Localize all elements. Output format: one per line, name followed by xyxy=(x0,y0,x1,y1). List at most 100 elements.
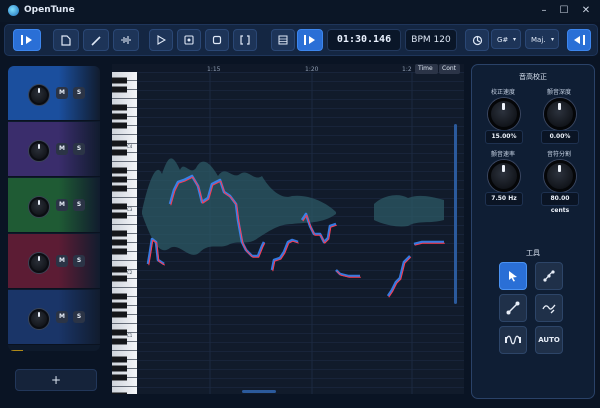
maximize-button[interactable]: ☐ xyxy=(556,3,572,19)
play-icon xyxy=(157,35,166,45)
auto-label: AUTO xyxy=(538,336,560,344)
loop-icon xyxy=(184,35,194,45)
waveform-button[interactable] xyxy=(113,29,139,51)
chevron-down-icon: ▾ xyxy=(550,36,554,43)
track-volume-knob[interactable] xyxy=(29,309,49,329)
track-volume-knob[interactable] xyxy=(29,197,49,217)
piano-black-key xyxy=(112,329,127,336)
file-button[interactable] xyxy=(53,29,79,51)
pitch-correction-panel: 音高校正 校正速度 15.00% 颤音深度 0.00% 颤音速率 7.50 Hz… xyxy=(471,64,595,399)
piano-black-key xyxy=(112,248,127,255)
mute-button[interactable]: M xyxy=(56,199,68,211)
piano-black-key xyxy=(112,176,127,183)
key-value: G# xyxy=(497,36,509,44)
panel-right-icon xyxy=(574,35,585,45)
auto-tool-button[interactable]: AUTO xyxy=(535,326,563,354)
piano-black-key xyxy=(112,185,127,192)
loop-button[interactable] xyxy=(177,29,201,51)
mute-button[interactable]: M xyxy=(56,255,68,267)
minimize-button[interactable]: – xyxy=(536,3,552,19)
draw-tool-button[interactable] xyxy=(535,294,563,322)
vibrato-depth-knob[interactable] xyxy=(544,98,576,130)
stop-button[interactable] xyxy=(205,29,229,51)
app-title: OpenTune xyxy=(24,5,75,15)
panel-title: 音高校正 xyxy=(519,73,547,81)
piano-octave-label: C2 xyxy=(127,270,133,275)
timeline-marker: 1:15 xyxy=(207,66,221,73)
waveform-icon xyxy=(121,36,131,44)
follow-icon xyxy=(304,35,315,45)
vibrato-rate-knob[interactable] xyxy=(488,160,520,192)
correction-speed-value: 15.00% xyxy=(485,130,523,144)
track-row[interactable]: MS xyxy=(8,66,100,121)
piano-octave-label: C3 xyxy=(127,207,133,212)
track-list: MSMSMSMSMS xyxy=(8,66,100,351)
pencil-button[interactable] xyxy=(83,29,109,51)
cont-mode-label[interactable]: Cont xyxy=(439,64,460,74)
play-button[interactable] xyxy=(149,29,173,51)
piano-black-key xyxy=(112,392,127,394)
piano-black-key xyxy=(112,140,127,147)
track-row[interactable]: MS xyxy=(8,290,100,345)
solo-button[interactable]: S xyxy=(73,87,85,99)
grid-view-button[interactable] xyxy=(271,29,295,51)
right-panel-toggle-button[interactable] xyxy=(567,29,591,51)
track-panel-toggle-button[interactable] xyxy=(13,29,41,51)
note-split-value: 80.00 cents xyxy=(541,192,579,214)
piano-black-key xyxy=(112,338,127,345)
piano-octave-label: C4 xyxy=(127,144,133,149)
stop-icon xyxy=(212,35,222,45)
piano-black-key xyxy=(112,302,127,309)
record-bracket-button[interactable] xyxy=(233,29,257,51)
line-tool-icon xyxy=(506,301,520,315)
solo-button[interactable]: S xyxy=(73,311,85,323)
solo-button[interactable]: S xyxy=(73,255,85,267)
solo-button[interactable]: S xyxy=(73,143,85,155)
track-volume-knob[interactable] xyxy=(29,85,49,105)
freehand-draw-icon xyxy=(542,304,556,314)
piano-black-key xyxy=(112,86,127,93)
panel-left-icon xyxy=(21,35,32,45)
piano-black-key xyxy=(112,203,127,210)
piano-keyboard: C4 C3 C2 C1 xyxy=(112,72,137,394)
key-select[interactable]: G# ▾ xyxy=(491,29,521,49)
line-tool-button[interactable] xyxy=(499,294,527,322)
bpm-display[interactable]: BPM 120 xyxy=(405,29,457,51)
tuning-fork-button[interactable] xyxy=(465,29,489,51)
chevron-down-icon: ▾ xyxy=(512,36,516,43)
close-button[interactable]: ✕ xyxy=(578,3,594,19)
piano-black-key xyxy=(112,374,127,381)
track-row[interactable]: MS xyxy=(8,178,100,233)
piano-black-key xyxy=(112,212,127,219)
follow-playhead-button[interactable] xyxy=(297,29,323,51)
solo-button[interactable]: S xyxy=(73,199,85,211)
vibrato-rate-value: 7.50 Hz xyxy=(485,192,523,206)
track-row[interactable]: MS xyxy=(8,122,100,177)
main-toolbar: 01:30.146 BPM 120 G# ▾ Maj. ▾ xyxy=(4,24,598,56)
add-track-button[interactable]: + xyxy=(15,369,97,391)
vibrato-tool-button[interactable] xyxy=(499,326,527,354)
scale-value: Maj. xyxy=(531,36,546,44)
timeline-marker: 1:20 xyxy=(305,66,319,73)
piano-black-key xyxy=(112,311,127,318)
correction-speed-knob[interactable] xyxy=(488,98,520,130)
select-tool-button[interactable] xyxy=(499,262,527,290)
knob-label: 颤音深度 xyxy=(546,89,571,96)
bracket-icon xyxy=(240,35,250,45)
time-mode-label[interactable]: Time xyxy=(415,64,436,74)
mute-button[interactable]: M xyxy=(56,143,68,155)
title-bar: OpenTune – ☐ ✕ xyxy=(0,0,600,22)
knob-label: 颤音速率 xyxy=(490,151,515,158)
scale-select[interactable]: Maj. ▾ xyxy=(525,29,559,49)
track-volume-knob[interactable] xyxy=(29,253,49,273)
tuning-fork-icon xyxy=(472,35,482,45)
anchor-tool-button[interactable] xyxy=(535,262,563,290)
pitch-editor[interactable]: C4 C3 C2 C1 1:15 1:20 1:2 Time Cont xyxy=(112,64,464,394)
mute-button[interactable]: M xyxy=(56,311,68,323)
track-row[interactable]: MS xyxy=(8,234,100,289)
mute-button[interactable]: M xyxy=(56,87,68,99)
track-volume-knob[interactable] xyxy=(29,141,49,161)
knob-label: 音符分割 xyxy=(546,151,571,158)
vibrato-wave-icon xyxy=(505,335,521,345)
note-split-knob[interactable] xyxy=(544,160,576,192)
